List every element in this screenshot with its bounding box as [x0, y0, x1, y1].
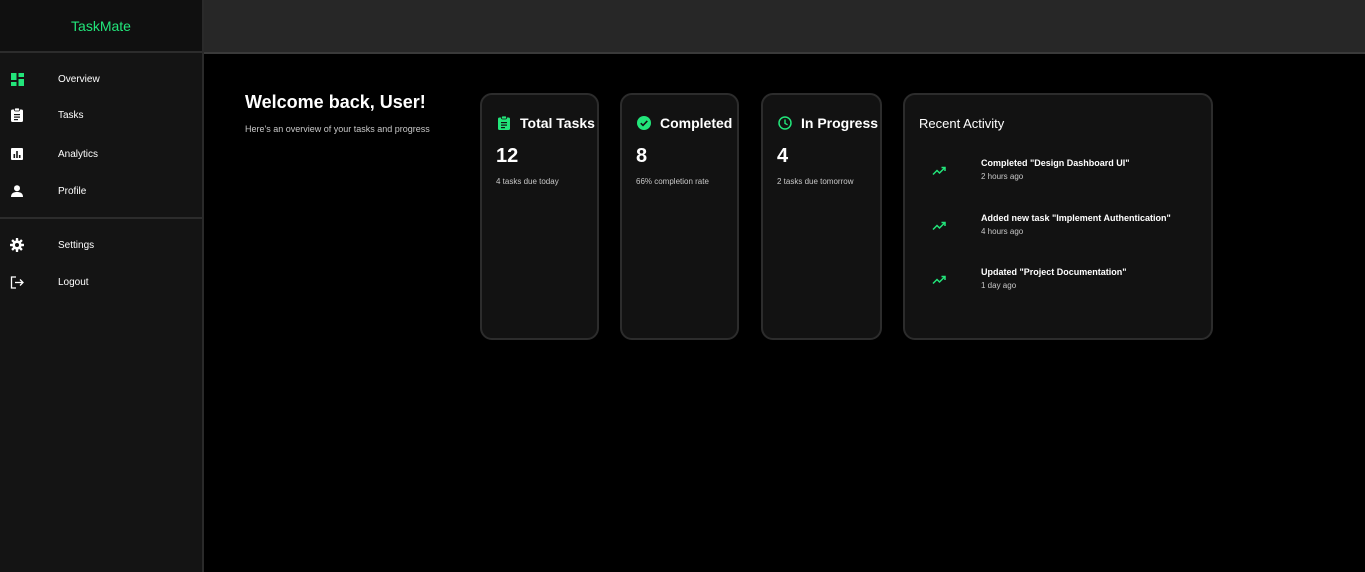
- sidebar-item-label: Logout: [58, 276, 89, 288]
- sidebar: TaskMate Overview Tasks Analytics Profil…: [0, 0, 204, 572]
- card-title: Total Tasks: [520, 115, 595, 131]
- activity-text: Completed "Design Dashboard UI": [981, 158, 1130, 168]
- activity-text: Updated "Project Documentation": [981, 267, 1127, 277]
- dashboard-icon: [9, 71, 25, 87]
- sidebar-item-analytics[interactable]: Analytics: [0, 139, 202, 169]
- clipboard-icon: [9, 107, 25, 123]
- stat-card-completed[interactable]: Completed 8 66% completion rate: [620, 93, 739, 340]
- chart-icon: [9, 146, 25, 162]
- activity-item[interactable]: Added new task "Implement Authentication…: [905, 213, 1211, 253]
- app-logo-text[interactable]: TaskMate: [71, 18, 131, 34]
- logout-icon: [9, 274, 25, 290]
- page-title: Welcome back, User!: [245, 92, 426, 112]
- sidebar-item-label: Settings: [58, 239, 95, 251]
- stat-card-in-progress[interactable]: In Progress 4 2 tasks due tomorrow: [761, 93, 882, 340]
- trending-up-icon: [932, 272, 948, 288]
- activity-time: 1 day ago: [981, 281, 1017, 290]
- sidebar-item-overview[interactable]: Overview: [0, 64, 202, 94]
- card-note: 4 tasks due today: [496, 177, 559, 186]
- sidebar-item-profile[interactable]: Profile: [0, 176, 202, 206]
- activity-time: 2 hours ago: [981, 172, 1024, 181]
- person-icon: [9, 183, 25, 199]
- stat-card-total-tasks[interactable]: Total Tasks 12 4 tasks due today: [480, 93, 599, 340]
- trending-up-icon: [932, 163, 948, 179]
- card-note: 2 tasks due tomorrow: [777, 177, 854, 186]
- card-title: In Progress: [801, 115, 879, 131]
- top-bar: [204, 0, 1365, 54]
- clipboard-icon: [496, 115, 512, 131]
- page-subtitle: Here's an overview of your tasks and pro…: [245, 124, 430, 134]
- sidebar-item-settings[interactable]: Settings: [0, 230, 202, 260]
- sidebar-divider: [0, 217, 202, 219]
- activity-time: 4 hours ago: [981, 227, 1024, 236]
- activity-title: Recent Activity: [919, 116, 1005, 131]
- brand-header: TaskMate: [0, 0, 202, 53]
- sidebar-item-label: Tasks: [58, 109, 84, 121]
- card-note: 66% completion rate: [636, 177, 709, 186]
- activity-text: Added new task "Implement Authentication…: [981, 213, 1171, 223]
- trending-up-icon: [932, 218, 948, 234]
- activity-item[interactable]: Completed "Design Dashboard UI" 2 hours …: [905, 158, 1211, 198]
- sidebar-item-tasks[interactable]: Tasks: [0, 100, 202, 130]
- card-value: 8: [636, 145, 648, 167]
- gear-icon: [9, 237, 25, 253]
- sidebar-item-logout[interactable]: Logout: [0, 267, 202, 297]
- check-circle-icon: [636, 115, 652, 131]
- card-header: Total Tasks: [496, 115, 595, 131]
- card-value: 4: [777, 145, 789, 167]
- card-value: 12: [496, 145, 519, 167]
- card-header: In Progress: [777, 115, 878, 131]
- recent-activity-card: Recent Activity Completed "Design Dashbo…: [903, 93, 1213, 340]
- sidebar-item-label: Overview: [58, 73, 100, 85]
- card-header: Completed: [636, 115, 732, 131]
- sidebar-item-label: Profile: [58, 185, 87, 197]
- clock-icon: [777, 115, 793, 131]
- activity-item[interactable]: Updated "Project Documentation" 1 day ag…: [905, 267, 1211, 307]
- card-title: Completed: [660, 115, 733, 131]
- sidebar-item-label: Analytics: [58, 148, 99, 160]
